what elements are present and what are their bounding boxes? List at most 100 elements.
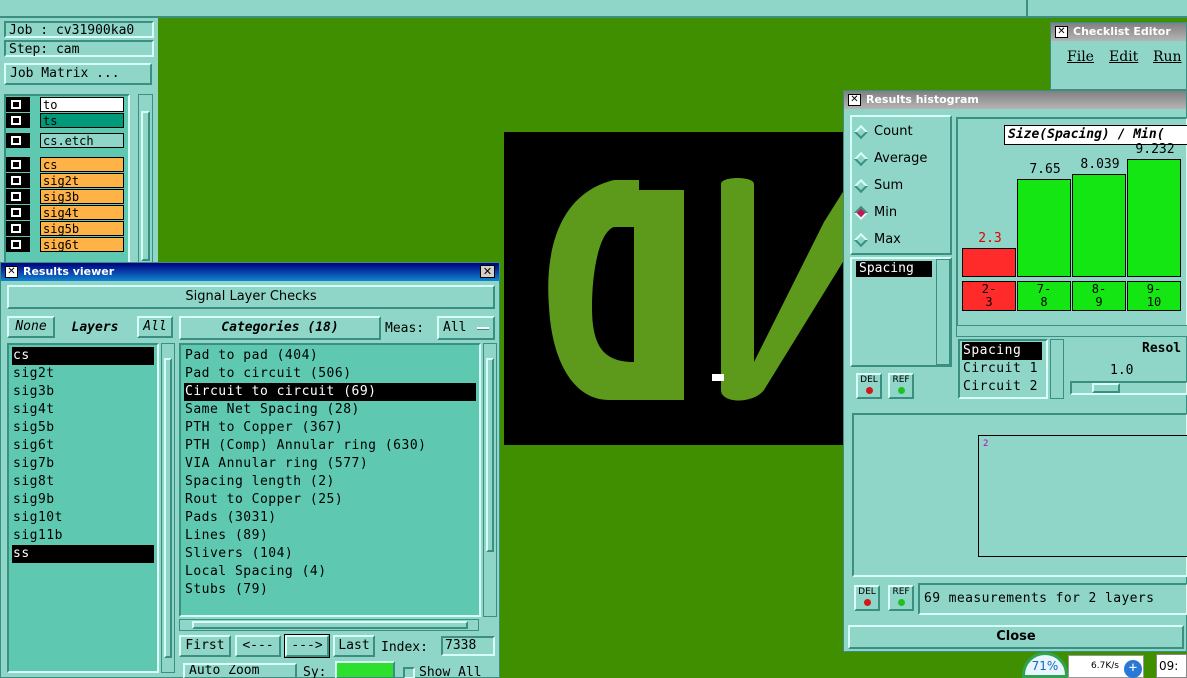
ref-button[interactable]: REF	[888, 373, 914, 399]
meas-select[interactable]: All	[437, 316, 495, 340]
histogram-bar[interactable]	[962, 248, 1016, 277]
layer-checkbox[interactable]	[6, 97, 30, 112]
result-layer-item[interactable]: sig2t	[12, 365, 154, 383]
category-item[interactable]: Slivers (104)	[184, 545, 476, 563]
menu-file[interactable]: File	[1067, 49, 1094, 65]
categories-hscrollbar[interactable]	[179, 619, 479, 631]
layer-checkbox[interactable]	[6, 113, 30, 128]
sy-color-select[interactable]	[335, 661, 395, 678]
close-button[interactable]: Close	[848, 625, 1184, 649]
del-button-bottom[interactable]: DEL	[854, 585, 880, 611]
none-button[interactable]: None	[7, 316, 55, 338]
layer-checkbox[interactable]	[6, 133, 30, 148]
ref-button-bottom[interactable]: REF	[888, 585, 914, 611]
result-layer-item[interactable]: sig6t	[12, 437, 154, 455]
job-layer-row[interactable]: ts	[6, 113, 124, 128]
categories-button[interactable]: Categories (18)	[179, 316, 381, 340]
category-item[interactable]: PTH to Copper (367)	[184, 419, 476, 437]
last-button[interactable]: Last	[333, 635, 375, 657]
job-layer-name: cs.etch	[40, 133, 124, 148]
category-item[interactable]: Spacing length (2)	[184, 473, 476, 491]
category-item[interactable]: Same Net Spacing (28)	[184, 401, 476, 419]
result-layer-item[interactable]: sig9b	[12, 491, 154, 509]
histogram-bar[interactable]	[1072, 174, 1126, 277]
categories-scroll-thumb[interactable]	[486, 358, 494, 552]
results-viewer-titlebar[interactable]: ✕ Results viewer ✕	[1, 263, 499, 281]
layer-list-scrollbar[interactable]	[138, 94, 153, 270]
mode-radio[interactable]: Min	[853, 202, 897, 224]
histogram-hscrollbar[interactable]	[956, 325, 1187, 337]
job-layer-row[interactable]: sig4t	[6, 205, 124, 220]
category-item[interactable]: Pads (3031)	[184, 509, 476, 527]
index-field[interactable]: 7338	[441, 636, 495, 656]
layer-checkbox[interactable]	[6, 221, 30, 236]
legend-item[interactable]: Circuit 1	[962, 360, 1042, 378]
result-layer-item[interactable]: ss	[12, 545, 154, 563]
resolution-slider-handle[interactable]	[1092, 383, 1120, 393]
category-item[interactable]: Circuit to circuit (69)	[184, 383, 476, 401]
layer-list-scroll-thumb[interactable]	[141, 111, 150, 261]
layer-checkbox[interactable]	[6, 237, 30, 252]
legend-item[interactable]: Spacing	[962, 342, 1042, 360]
categories-hscroll-thumb[interactable]	[192, 621, 468, 629]
result-layer-item[interactable]: sig7b	[12, 455, 154, 473]
plus-icon[interactable]: +	[1124, 660, 1142, 678]
job-layer-row[interactable]: sig6t	[6, 237, 124, 252]
first-button[interactable]: First	[179, 635, 231, 657]
result-layer-item[interactable]: cs	[12, 347, 154, 365]
job-layer-row[interactable]: sig5b	[6, 221, 124, 236]
categories-scrollbar[interactable]	[483, 343, 497, 617]
category-item[interactable]: PTH (Comp) Annular ring (630)	[184, 437, 476, 455]
layer-checkbox[interactable]	[6, 205, 30, 220]
mode-radio[interactable]: Count	[853, 121, 913, 143]
result-layer-item[interactable]: sig4t	[12, 401, 154, 419]
job-matrix-button[interactable]: Job Matrix ...	[4, 63, 152, 85]
checklist-editor-titlebar[interactable]: ✕ Checklist Editor	[1051, 23, 1186, 41]
layer-checkbox[interactable]	[6, 157, 30, 172]
result-layer-item[interactable]: sig3b	[12, 383, 154, 401]
job-layer-row[interactable]: sig3b	[6, 189, 124, 204]
auto-zoom-select[interactable]: Auto Zoom	[183, 663, 297, 678]
next-button[interactable]: --->	[284, 634, 330, 658]
distribution-minimap[interactable]: 2	[852, 413, 1187, 577]
histogram-bar[interactable]	[1127, 159, 1181, 277]
layer-checkbox[interactable]	[6, 189, 30, 204]
legend-scrollbar[interactable]	[1050, 339, 1064, 399]
resolution-slider[interactable]	[1070, 381, 1187, 395]
category-item[interactable]: VIA Annular ring (577)	[184, 455, 476, 473]
menu-edit[interactable]: Edit	[1109, 49, 1138, 65]
all-layers-button[interactable]: All	[137, 316, 173, 338]
category-item[interactable]: Stubs (79)	[184, 581, 476, 599]
category-item[interactable]: Pad to pad (404)	[184, 347, 476, 365]
mode-radio[interactable]: Sum	[853, 175, 903, 197]
result-layer-item[interactable]: sig8t	[12, 473, 154, 491]
measure-list-scrollbar[interactable]	[936, 259, 950, 365]
category-item[interactable]: Rout to Copper (25)	[184, 491, 476, 509]
result-layer-item[interactable]: sig10t	[12, 509, 154, 527]
result-layers-scrollbar[interactable]	[161, 343, 175, 673]
result-layers-scroll-thumb[interactable]	[164, 358, 172, 658]
job-layer-row[interactable]: cs.etch	[6, 133, 124, 148]
signal-layer-checks-button[interactable]: Signal Layer Checks	[7, 285, 495, 309]
mode-radio[interactable]: Max	[853, 229, 901, 251]
histogram-titlebar[interactable]: ✕ Results histogram	[844, 91, 1186, 109]
result-layer-item[interactable]: sig5b	[12, 419, 154, 437]
job-layer-row[interactable]: cs	[6, 157, 124, 172]
show-all-checkbox[interactable]	[403, 667, 415, 678]
category-item[interactable]: Pad to circuit (506)	[184, 365, 476, 383]
mode-radio[interactable]: Average	[853, 148, 927, 170]
result-layer-item[interactable]: sig11b	[12, 527, 154, 545]
previous-button[interactable]: <---	[235, 635, 281, 657]
del-button[interactable]: DEL	[856, 373, 882, 399]
layer-checkbox[interactable]	[6, 173, 30, 188]
board-view[interactable]	[504, 132, 846, 445]
category-item[interactable]: Local Spacing (4)	[184, 563, 476, 581]
legend-item[interactable]: Circuit 2	[962, 378, 1042, 396]
measure-list-item[interactable]: Spacing	[856, 261, 932, 277]
job-layer-row[interactable]: sig2t	[6, 173, 124, 188]
category-item[interactable]: Lines (89)	[184, 527, 476, 545]
job-layer-row[interactable]: to	[6, 97, 124, 112]
histogram-bar[interactable]	[1017, 179, 1071, 277]
close-icon[interactable]: ✕	[480, 265, 495, 278]
menu-run[interactable]: Run	[1153, 49, 1182, 65]
